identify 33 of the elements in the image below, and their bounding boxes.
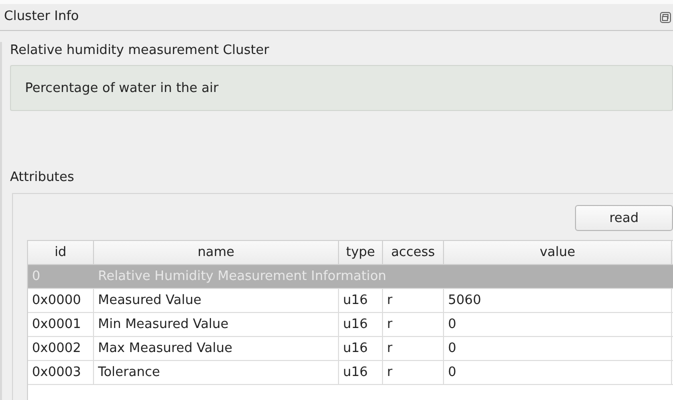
table-cell: 0x0003 [28, 361, 94, 384]
float-window-icon[interactable] [660, 12, 671, 22]
table-cell: u16 [339, 337, 383, 360]
attributes-label: Attributes [10, 169, 76, 187]
table-cell: u16 [339, 361, 383, 384]
table-cell: 0x0000 [28, 289, 94, 312]
table-cell: 5060 [444, 289, 672, 312]
table-cell: 0 [32, 269, 40, 284]
table-cell: r [383, 289, 444, 312]
table-cell: 0 [444, 313, 672, 336]
read-button[interactable]: read [575, 205, 673, 231]
table-cell: r [383, 337, 444, 360]
table-cell: r [383, 361, 444, 384]
table-cell: Tolerance [94, 361, 339, 384]
table-cell: 0x0002 [28, 337, 94, 360]
table-cell: Min Measured Value [94, 313, 339, 336]
table-cell: u16 [339, 313, 383, 336]
cluster-description: Percentage of water in the air [25, 80, 218, 96]
table-cell: 0 [444, 361, 672, 384]
column-header[interactable]: type [339, 241, 383, 264]
column-header[interactable]: value [444, 241, 672, 264]
table-cell: Max Measured Value [94, 337, 339, 360]
column-header[interactable]: id [28, 241, 94, 264]
table-cell: 0 [444, 337, 672, 360]
table-cell: Measured Value [94, 289, 339, 312]
table-cell: u16 [339, 289, 383, 312]
window-title: Cluster Info [4, 9, 79, 25]
column-header[interactable]: name [94, 241, 339, 264]
table-cell: Relative Humidity Measurement Information [98, 269, 386, 284]
table-cell: 0x0001 [28, 313, 94, 336]
cluster-name: Relative humidity measurement Cluster [10, 42, 270, 60]
table-cell: r [383, 313, 444, 336]
column-header[interactable]: access [383, 241, 444, 264]
